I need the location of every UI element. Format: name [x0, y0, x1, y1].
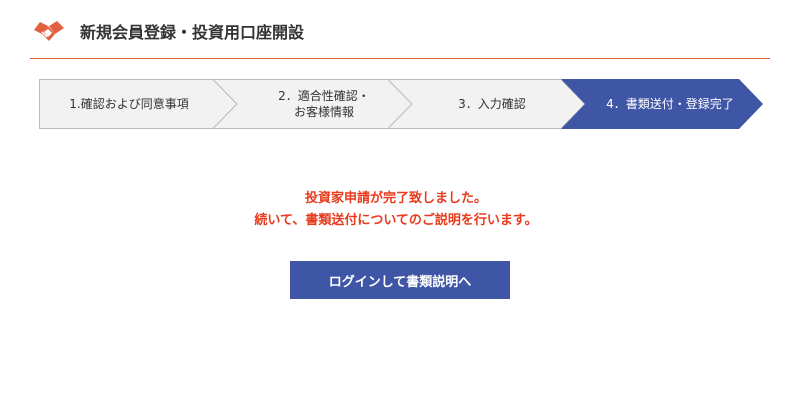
completion-message-line-2: 続いて、書類送付についてのご説明を行います。: [254, 213, 538, 228]
step-2-label: 2．適合性確認・ お客様情報: [278, 89, 370, 119]
step-4-label: 4．書類送付・登録完了: [606, 97, 734, 111]
step-3-label: 3．入力確認: [458, 97, 526, 111]
page-title: 新規会員登録・投資用口座開設: [80, 23, 305, 42]
progress-steps: 1.確認および同意事項 2．適合性確認・ お客様情報 3．入力確認 4．書類送付…: [39, 79, 763, 129]
login-to-document-explanation-button[interactable]: ログインして書類説明へ: [290, 261, 510, 299]
step-1-label: 1.確認および同意事項: [69, 97, 189, 111]
completion-message-line-1: 投資家申請が完了致しました。: [304, 191, 487, 206]
handshake-icon: [34, 21, 64, 41]
page-header: 新規会員登録・投資用口座開設: [30, 10, 770, 59]
